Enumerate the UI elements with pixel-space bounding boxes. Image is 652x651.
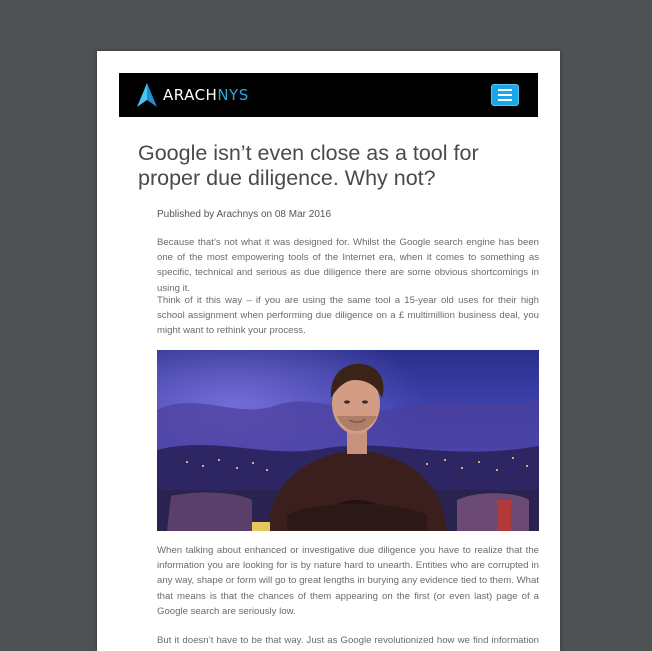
article-title: Google isn’t even close as a tool for pr… [138, 141, 479, 190]
hamburger-menu-button[interactable] [491, 84, 519, 106]
article-image [157, 350, 539, 531]
arachnys-a-logo-icon [137, 83, 157, 107]
article-paragraph: Think of it this way – if you are using … [157, 295, 539, 337]
site-header: ARACHNYS [119, 73, 538, 117]
document-page: ARACHNYS Google isn’t even close as a to… [97, 51, 560, 651]
logo-text-prefix: ARACH [163, 86, 218, 104]
logo-text-suffix: NYS [217, 86, 249, 104]
talk-show-guest-photo [157, 350, 539, 531]
hamburger-menu-icon [498, 89, 512, 91]
article-paragraph: Because that’s not what it was designed … [157, 237, 539, 294]
article-meta: Published by Arachnys on 08 Mar 2016 [157, 209, 331, 220]
article-paragraph: When talking about enhanced or investiga… [157, 545, 539, 617]
logo[interactable]: ARACHNYS [137, 83, 249, 107]
logo-text: ARACHNYS [163, 86, 249, 104]
